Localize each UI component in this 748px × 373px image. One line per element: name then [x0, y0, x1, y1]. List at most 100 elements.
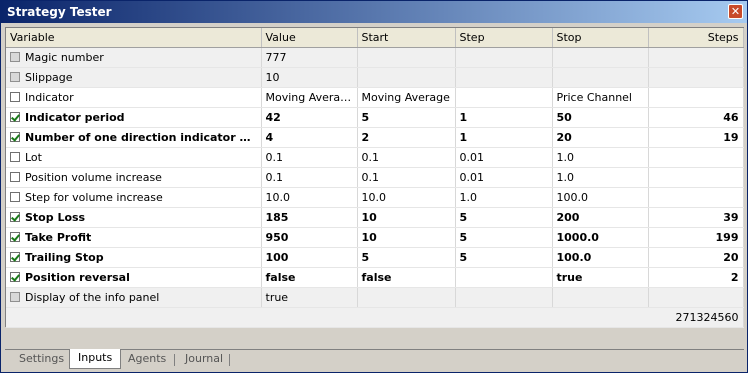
tab-journal[interactable]: Journal	[177, 350, 231, 368]
table-row[interactable]: Number of one direction indicator segm..…	[6, 127, 744, 148]
table-row[interactable]: Position reversal false false true 2	[6, 267, 744, 288]
value-cell[interactable]: 42	[261, 107, 358, 128]
step-cell[interactable]: 0.01	[455, 167, 553, 188]
table-row[interactable]: Position volume increase 0.1 0.1 0.01 1.0	[6, 167, 744, 188]
column-header-value[interactable]: Value	[261, 28, 358, 48]
optimize-checkbox[interactable]	[10, 91, 20, 102]
close-icon[interactable]: ✕	[728, 4, 743, 19]
stop-cell[interactable]: 200	[552, 207, 649, 228]
start-cell[interactable]: Moving Average	[357, 87, 456, 108]
table-row[interactable]: Lot 0.1 0.1 0.01 1.0	[6, 147, 744, 168]
step-cell[interactable]: 1.0	[455, 187, 553, 208]
table-row[interactable]: Slippage 10	[6, 67, 744, 88]
steps-cell[interactable]	[648, 187, 744, 208]
stop-cell[interactable]: Price Channel	[552, 87, 649, 108]
stop-cell[interactable]: 1000.0	[552, 227, 649, 248]
variable-cell[interactable]: Number of one direction indicator segm..…	[6, 127, 262, 148]
table-row[interactable]: Indicator period 42 5 1 50 46	[6, 107, 744, 128]
value-cell[interactable]: 4	[261, 127, 358, 148]
variable-cell[interactable]: Display of the info panel	[6, 287, 262, 308]
steps-cell[interactable]	[648, 167, 744, 188]
stop-cell[interactable]: 20	[552, 127, 649, 148]
variable-cell[interactable]: Indicator	[6, 87, 262, 108]
optimize-checkbox[interactable]	[10, 251, 20, 262]
stop-cell[interactable]: 100.0	[552, 247, 649, 268]
stop-cell[interactable]: true	[552, 267, 649, 288]
start-cell[interactable]: 0.1	[357, 167, 456, 188]
start-cell[interactable]: 0.1	[357, 147, 456, 168]
optimize-checkbox[interactable]	[10, 291, 20, 302]
value-cell[interactable]: false	[261, 267, 358, 288]
step-cell[interactable]: 5	[455, 227, 553, 248]
steps-cell[interactable]	[648, 47, 744, 68]
table-row[interactable]: Indicator Moving Average Moving Average Pri…	[6, 87, 744, 108]
value-cell[interactable]: true	[261, 287, 358, 308]
step-cell[interactable]	[455, 87, 553, 108]
step-cell[interactable]: 1	[455, 107, 553, 128]
value-cell[interactable]: 10	[261, 67, 358, 88]
step-cell[interactable]	[455, 47, 553, 68]
optimize-checkbox[interactable]	[10, 131, 20, 142]
value-cell[interactable]: 100	[261, 247, 358, 268]
column-header-step[interactable]: Step	[455, 28, 553, 48]
tab-settings[interactable]: Settings	[11, 350, 72, 368]
title-bar[interactable]: Strategy Tester ✕	[1, 1, 747, 23]
table-row[interactable]: Take Profit 950 10 5 1000.0 199	[6, 227, 744, 248]
start-cell[interactable]	[357, 47, 456, 68]
table-row[interactable]: Display of the info panel true	[6, 287, 744, 308]
steps-cell[interactable]	[648, 147, 744, 168]
value-cell[interactable]: 777	[261, 47, 358, 68]
variable-cell[interactable]: Step for volume increase	[6, 187, 262, 208]
stop-cell[interactable]: 1.0	[552, 147, 649, 168]
optimize-checkbox[interactable]	[10, 191, 20, 202]
optimize-checkbox[interactable]	[10, 231, 20, 242]
start-cell[interactable]: 5	[357, 107, 456, 128]
steps-cell[interactable]	[648, 87, 744, 108]
variable-cell[interactable]: Position reversal	[6, 267, 262, 288]
variable-cell[interactable]: Indicator period	[6, 107, 262, 128]
variable-cell[interactable]: Position volume increase	[6, 167, 262, 188]
table-row[interactable]: Stop Loss 185 10 5 200 39	[6, 207, 744, 228]
stop-cell[interactable]	[552, 47, 649, 68]
start-cell[interactable]	[357, 67, 456, 88]
optimize-checkbox[interactable]	[10, 171, 20, 182]
start-cell[interactable]: 2	[357, 127, 456, 148]
optimize-checkbox[interactable]	[10, 211, 20, 222]
optimize-checkbox[interactable]	[10, 71, 20, 82]
steps-cell[interactable]	[648, 287, 744, 308]
steps-cell[interactable]: 2	[648, 267, 744, 288]
start-cell[interactable]	[357, 287, 456, 308]
step-cell[interactable]: 5	[455, 247, 553, 268]
start-cell[interactable]: 10	[357, 207, 456, 228]
column-header-start[interactable]: Start	[357, 28, 456, 48]
step-cell[interactable]	[455, 287, 553, 308]
step-cell[interactable]	[455, 67, 553, 88]
value-cell[interactable]: Moving Average	[261, 87, 358, 108]
column-header-steps[interactable]: Steps	[648, 28, 744, 48]
stop-cell[interactable]	[552, 287, 649, 308]
stop-cell[interactable]	[552, 67, 649, 88]
stop-cell[interactable]: 100.0	[552, 187, 649, 208]
column-header-stop[interactable]: Stop	[552, 28, 649, 48]
column-header-variable[interactable]: Variable	[6, 28, 262, 48]
tab-inputs[interactable]: Inputs	[69, 349, 122, 369]
steps-cell[interactable]: 20	[648, 247, 744, 268]
value-cell[interactable]: 950	[261, 227, 358, 248]
step-cell[interactable]: 0.01	[455, 147, 553, 168]
optimize-checkbox[interactable]	[10, 271, 20, 282]
value-cell[interactable]: 185	[261, 207, 358, 228]
variable-cell[interactable]: Stop Loss	[6, 207, 262, 228]
variable-cell[interactable]: Slippage	[6, 67, 262, 88]
step-cell[interactable]: 5	[455, 207, 553, 228]
value-cell[interactable]: 10.0	[261, 187, 358, 208]
variable-cell[interactable]: Lot	[6, 147, 262, 168]
optimize-checkbox[interactable]	[10, 111, 20, 122]
step-cell[interactable]: 1	[455, 127, 553, 148]
table-row[interactable]: Magic number 777	[6, 47, 744, 68]
optimize-checkbox[interactable]	[10, 51, 20, 62]
start-cell[interactable]: false	[357, 267, 456, 288]
steps-cell[interactable]: 199	[648, 227, 744, 248]
variable-cell[interactable]: Take Profit	[6, 227, 262, 248]
start-cell[interactable]: 5	[357, 247, 456, 268]
variable-cell[interactable]: Magic number	[6, 47, 262, 68]
